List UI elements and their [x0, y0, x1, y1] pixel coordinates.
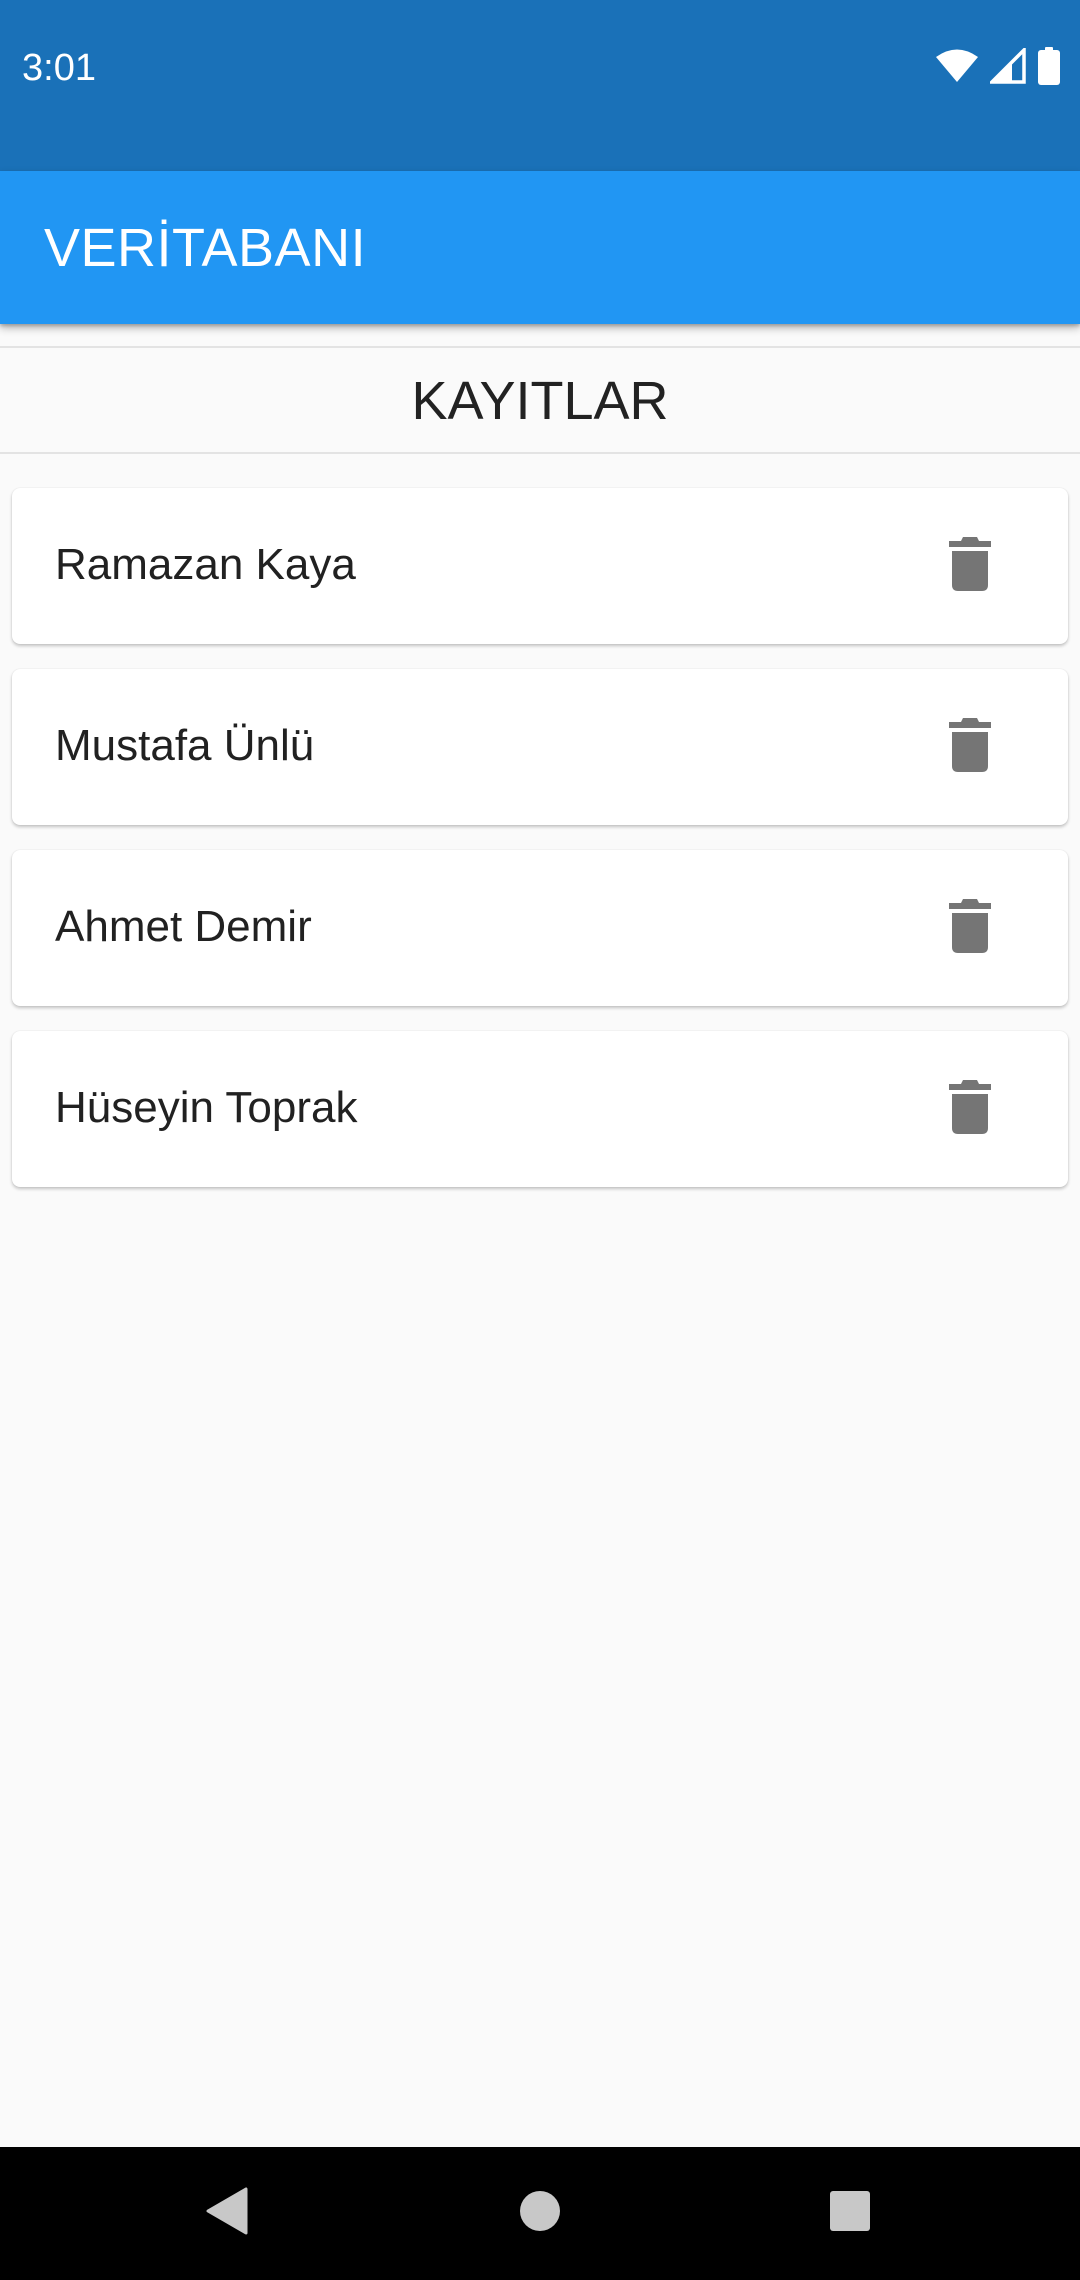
- list-item[interactable]: Hüseyin Toprak: [12, 1031, 1068, 1187]
- back-icon: [206, 2187, 248, 2240]
- status-icons: [936, 45, 1060, 90]
- delete-button[interactable]: [934, 711, 1006, 783]
- section-header: KAYITLAR: [0, 346, 1080, 454]
- list-item[interactable]: Ahmet Demir: [12, 850, 1068, 1006]
- section-title: KAYITLAR: [411, 371, 669, 431]
- record-name: Hüseyin Toprak: [55, 1083, 358, 1132]
- home-icon: [519, 2190, 561, 2237]
- recents-icon: [829, 2190, 871, 2237]
- trash-icon: [949, 536, 991, 596]
- delete-button[interactable]: [934, 892, 1006, 964]
- trash-icon: [949, 898, 991, 958]
- list-item[interactable]: Mustafa Ünlü: [12, 669, 1068, 825]
- back-button[interactable]: [162, 2147, 292, 2280]
- record-name: Ramazan Kaya: [55, 540, 356, 589]
- signal-icon: [987, 45, 1026, 89]
- record-name: Mustafa Ünlü: [55, 721, 315, 770]
- navigation-bar: [0, 2147, 1080, 2280]
- delete-button[interactable]: [934, 1073, 1006, 1145]
- trash-icon: [949, 717, 991, 777]
- app-title: VERİTABANI: [44, 218, 367, 278]
- record-name: Ahmet Demir: [55, 902, 312, 951]
- recents-button[interactable]: [785, 2147, 915, 2280]
- status-time: 3:01: [22, 47, 96, 89]
- record-list: Ramazan Kaya Mustafa Ünlü Ahmet Demir Hü…: [12, 488, 1068, 1212]
- battery-icon: [1038, 46, 1060, 90]
- delete-button[interactable]: [934, 530, 1006, 602]
- list-item[interactable]: Ramazan Kaya: [12, 488, 1068, 644]
- home-button[interactable]: [475, 2147, 605, 2280]
- app-bar: VERİTABANI: [0, 171, 1080, 324]
- trash-icon: [949, 1079, 991, 1139]
- wifi-icon: [936, 49, 978, 88]
- status-bar: 3:01: [0, 0, 1080, 171]
